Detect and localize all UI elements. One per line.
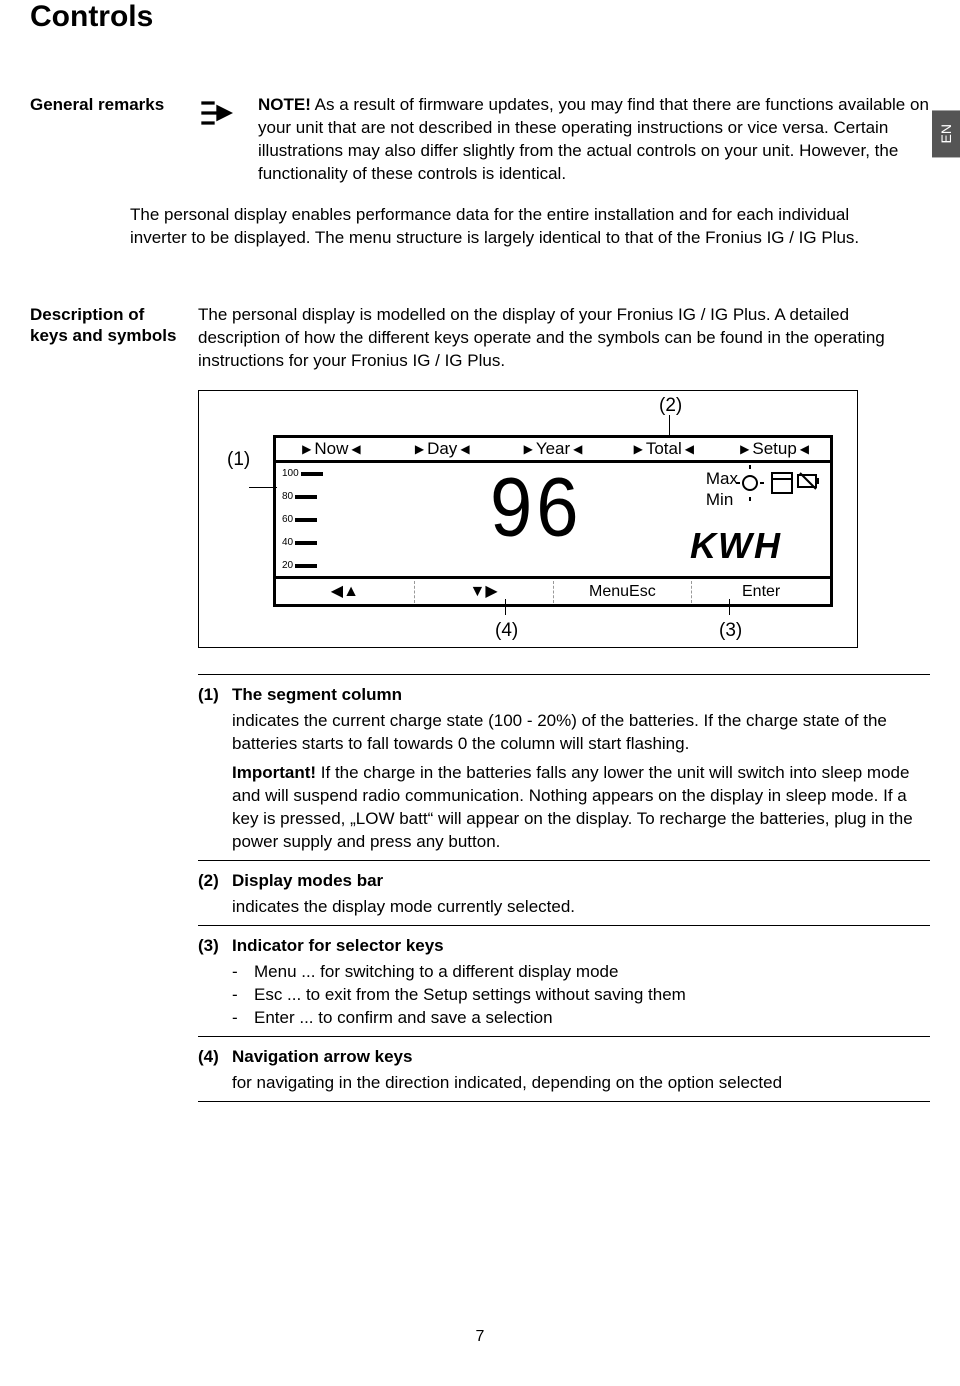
note-body: As a result of firmware updates, you may… <box>258 95 929 183</box>
lcd-body: 100 80 60 40 20 96 KWH Max Min <box>273 463 833 579</box>
leader-line <box>505 599 506 615</box>
page-number: 7 <box>30 1328 930 1346</box>
list-item: Esc ... to exit from the Setup settings … <box>254 984 686 1007</box>
min-label: Min <box>706 490 738 510</box>
page-title: Controls <box>30 0 930 34</box>
legend-dash-list: -Menu ... for switching to a different d… <box>232 961 930 1030</box>
legend-item-1: (1) The segment column <box>198 681 930 710</box>
legend-num: (2) <box>198 870 224 893</box>
tab-label: Setup <box>752 438 796 461</box>
list-item: Enter ... to confirm and save a selectio… <box>254 1007 553 1030</box>
tab-setup: ▶Setup◀ <box>719 438 830 461</box>
important-label: Important! <box>232 763 316 782</box>
legend-body: for navigating in the direction indicate… <box>232 1072 930 1095</box>
callout-2: (2) <box>659 393 682 419</box>
main-reading: 96 <box>490 452 583 565</box>
legend-body: indicates the display mode currently sel… <box>232 896 930 919</box>
tab-total: ▶Total◀ <box>608 438 719 461</box>
section-keys-symbols: Description of keys and symbols The pers… <box>30 304 930 1108</box>
tab-label: Total <box>646 438 682 461</box>
paragraph: The personal display is modelled on the … <box>198 304 930 373</box>
legend-num: (4) <box>198 1046 224 1069</box>
segment-column: 100 80 60 40 20 <box>276 463 330 576</box>
bar-label: 40 <box>282 536 293 550</box>
status-icons <box>736 465 820 516</box>
bar-label: 60 <box>282 513 293 527</box>
legend-item-4: (4) Navigation arrow keys <box>198 1043 930 1072</box>
important-body: If the charge in the batteries falls any… <box>232 763 913 851</box>
leader-line <box>669 415 670 435</box>
note-label: NOTE! <box>258 95 311 114</box>
legend-item-2: (2) Display modes bar <box>198 867 930 896</box>
legend-title: Indicator for selector keys <box>232 935 444 958</box>
section-general-remarks: General remarks NOTE! As a result of fir… <box>30 94 930 264</box>
max-label: Max <box>706 469 738 489</box>
pointing-hand-icon <box>198 96 248 137</box>
callout-4: (4) <box>495 618 518 644</box>
paragraph: The personal display enables performance… <box>130 204 930 250</box>
callout-1: (1) <box>227 447 250 473</box>
tab-label: Day <box>427 438 457 461</box>
legend-title: The segment column <box>232 684 402 707</box>
tab-label: Now <box>314 438 348 461</box>
display-diagram: (2) (1) ▶Now◀ ▶Day◀ ▶Year◀ ▶Total◀ ▶Setu… <box>198 390 858 648</box>
language-tab: EN <box>932 110 960 157</box>
note-text: NOTE! As a result of firmware updates, y… <box>258 94 930 186</box>
bar-label: 20 <box>282 559 293 573</box>
legend-body: indicates the current charge state (100 … <box>232 710 930 756</box>
menu-esc-key: MenuEsc <box>553 581 692 603</box>
bar-label: 80 <box>282 490 293 504</box>
enter-key: Enter <box>691 581 830 603</box>
nav-left-up: ◀▲ <box>276 581 414 603</box>
legend-item-3: (3) Indicator for selector keys <box>198 932 930 961</box>
legend-title: Navigation arrow keys <box>232 1046 412 1069</box>
bar-label: 100 <box>282 467 299 481</box>
callout-3: (3) <box>719 618 742 644</box>
legend-num: (1) <box>198 684 224 707</box>
tab-now: ▶Now◀ <box>276 438 387 461</box>
legend-important: Important! If the charge in the batterie… <box>232 762 930 854</box>
tab-day: ▶Day◀ <box>387 438 498 461</box>
nav-down-right: ▼▶ <box>414 581 553 603</box>
selector-keys-row: ◀▲ ▼▶ MenuEsc Enter <box>273 579 833 607</box>
legend-num: (3) <box>198 935 224 958</box>
unit-label: KWH <box>690 522 782 571</box>
list-item: Menu ... for switching to a different di… <box>254 961 618 984</box>
legend-title: Display modes bar <box>232 870 383 893</box>
leader-line <box>729 599 730 615</box>
section-heading: Description of keys and symbols <box>30 304 180 1108</box>
